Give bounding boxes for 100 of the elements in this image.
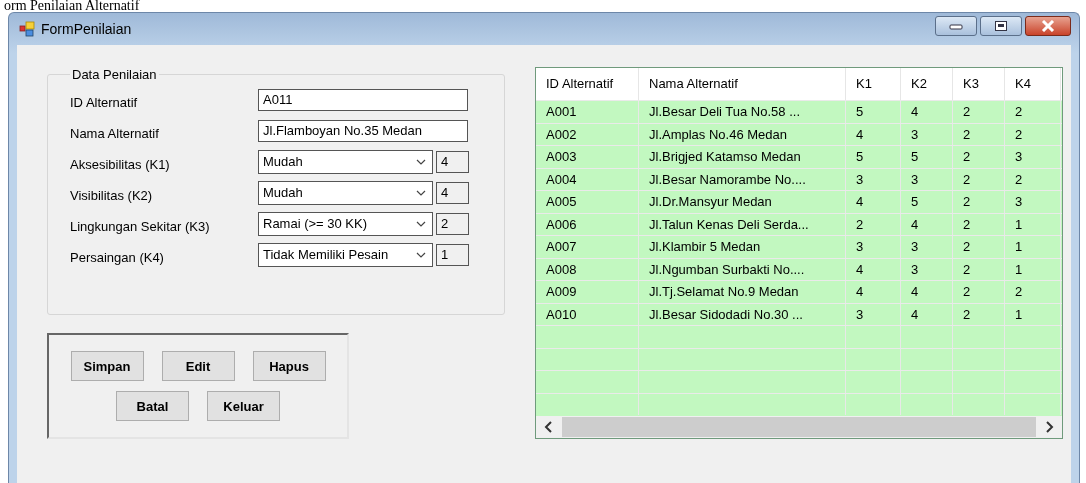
action-button[interactable]: Batal — [116, 391, 189, 421]
table-cell: 3 — [901, 168, 953, 190]
table-cell: 3 — [901, 236, 953, 258]
table-cell: 4 — [901, 101, 953, 123]
table-cell: A002 — [536, 123, 639, 145]
table-cell: 3 — [846, 236, 901, 258]
field-label: ID Alternatif — [70, 94, 139, 110]
score-field[interactable]: 4 — [436, 150, 469, 173]
table-cell: 3 — [901, 123, 953, 145]
scroll-right-icon[interactable] — [1044, 421, 1054, 433]
caret-icon — [416, 220, 426, 227]
table-cell: Jl.Besar Deli Tua No.58 ... — [639, 101, 846, 123]
action-button[interactable]: Hapus — [252, 351, 326, 381]
field-label: Visibilitas (K2) — [70, 187, 154, 203]
table-cell: 3 — [846, 168, 901, 190]
table-cell: Jl.Klambir 5 Medan — [639, 236, 846, 258]
column-header[interactable]: Nama Alternatif — [639, 68, 846, 100]
field-label: Lingkungan Sekitar (K3) — [70, 218, 211, 234]
score-field[interactable]: 1 — [436, 243, 469, 266]
caret-icon — [416, 158, 426, 165]
field-label: Persaingan (K4) — [70, 249, 165, 265]
table-cell: 2 — [1005, 101, 1061, 123]
table-cell: Jl.Ngumban Surbakti No.... — [639, 258, 846, 280]
column-header[interactable]: K1 — [846, 68, 901, 100]
table-cell: 1 — [1005, 258, 1061, 280]
action-button[interactable]: Keluar — [207, 391, 280, 421]
minimize-icon — [949, 22, 963, 30]
app-icon — [19, 21, 35, 37]
minimize-button[interactable] — [935, 16, 977, 36]
score-field[interactable]: 2 — [436, 212, 469, 235]
table-cell: 3 — [1005, 146, 1061, 168]
table-cell: 2 — [1005, 123, 1061, 145]
table-cell: Jl.Besar Namorambe No.... — [639, 168, 846, 190]
maximize-icon — [994, 20, 1008, 32]
table-cell: 4 — [901, 303, 953, 325]
table-cell: Jl.Amplas No.46 Medan — [639, 123, 846, 145]
table-cell: Jl.Besar Sidodadi No.30 ... — [639, 303, 846, 325]
table-cell: A003 — [536, 146, 639, 168]
table-cell: 4 — [846, 123, 901, 145]
column-header[interactable]: K2 — [901, 68, 953, 100]
page-caption: orm Penilaian Alternatif — [3, 0, 141, 12]
table-cell: 2 — [953, 303, 1005, 325]
table-cell: A004 — [536, 168, 639, 190]
column-header[interactable]: ID Alternatif — [536, 68, 639, 100]
table-cell: 2 — [1005, 281, 1061, 303]
table-cell: 2 — [953, 281, 1005, 303]
table-cell: 5 — [901, 146, 953, 168]
close-icon — [1041, 20, 1055, 32]
action-button[interactable]: Edit — [161, 351, 235, 381]
table-cell: 5 — [846, 101, 901, 123]
table-cell: Jl.Dr.Mansyur Medan — [639, 191, 846, 213]
dropdown[interactable]: Tidak Memiliki Pesain — [258, 242, 433, 267]
field-label: Nama Alternatif — [70, 125, 160, 141]
table-cell: 2 — [953, 168, 1005, 190]
table-cell: 4 — [901, 213, 953, 235]
scroll-thumb[interactable] — [562, 417, 1036, 437]
table-cell: 4 — [846, 191, 901, 213]
table-cell: 2 — [953, 236, 1005, 258]
dropdown[interactable]: Mudah — [258, 149, 433, 174]
column-header[interactable]: K4 — [1005, 68, 1061, 100]
table-cell: 4 — [901, 281, 953, 303]
table-cell: 3 — [901, 258, 953, 280]
table-cell: A010 — [536, 303, 639, 325]
score-field[interactable]: 4 — [436, 181, 469, 204]
table-cell: 4 — [846, 281, 901, 303]
table-cell: 2 — [1005, 168, 1061, 190]
table-cell: 2 — [953, 101, 1005, 123]
group-title: Data Penilaian — [71, 67, 158, 82]
caret-icon — [416, 189, 426, 196]
table-cell: 2 — [953, 146, 1005, 168]
table-cell: 2 — [953, 191, 1005, 213]
table-cell: Jl.Tj.Selamat No.9 Medan — [639, 281, 846, 303]
table-cell: A006 — [536, 213, 639, 235]
table-cell: 2 — [953, 123, 1005, 145]
table-cell: Jl.Talun Kenas Deli Serda... — [639, 213, 846, 235]
table-cell: 1 — [1005, 213, 1061, 235]
window-title: FormPenilaian — [41, 21, 132, 37]
table-cell: A008 — [536, 258, 639, 280]
table-cell: 2 — [953, 258, 1005, 280]
input-field[interactable]: A011 — [258, 88, 468, 111]
table-cell: 1 — [1005, 236, 1061, 258]
table-cell: 3 — [846, 303, 901, 325]
table-cell: 2 — [846, 213, 901, 235]
scroll-left-icon[interactable] — [544, 421, 554, 433]
table-cell: 5 — [901, 191, 953, 213]
caret-icon — [416, 251, 426, 258]
column-header[interactable]: K3 — [953, 68, 1005, 100]
table-cell: 2 — [953, 213, 1005, 235]
table-cell: A009 — [536, 281, 639, 303]
table-cell: 3 — [1005, 191, 1061, 213]
input-field[interactable]: Jl.Flamboyan No.35 Medan — [258, 119, 468, 142]
action-button[interactable]: Simpan — [70, 351, 144, 381]
close-button[interactable] — [1025, 16, 1071, 36]
table-cell: 5 — [846, 146, 901, 168]
dropdown[interactable]: Mudah — [258, 180, 433, 205]
maximize-button[interactable] — [980, 16, 1022, 36]
table-cell: 4 — [846, 258, 901, 280]
table-cell: A005 — [536, 191, 639, 213]
dropdown[interactable]: Ramai (>= 30 KK) — [258, 211, 433, 236]
table-cell: A007 — [536, 236, 639, 258]
